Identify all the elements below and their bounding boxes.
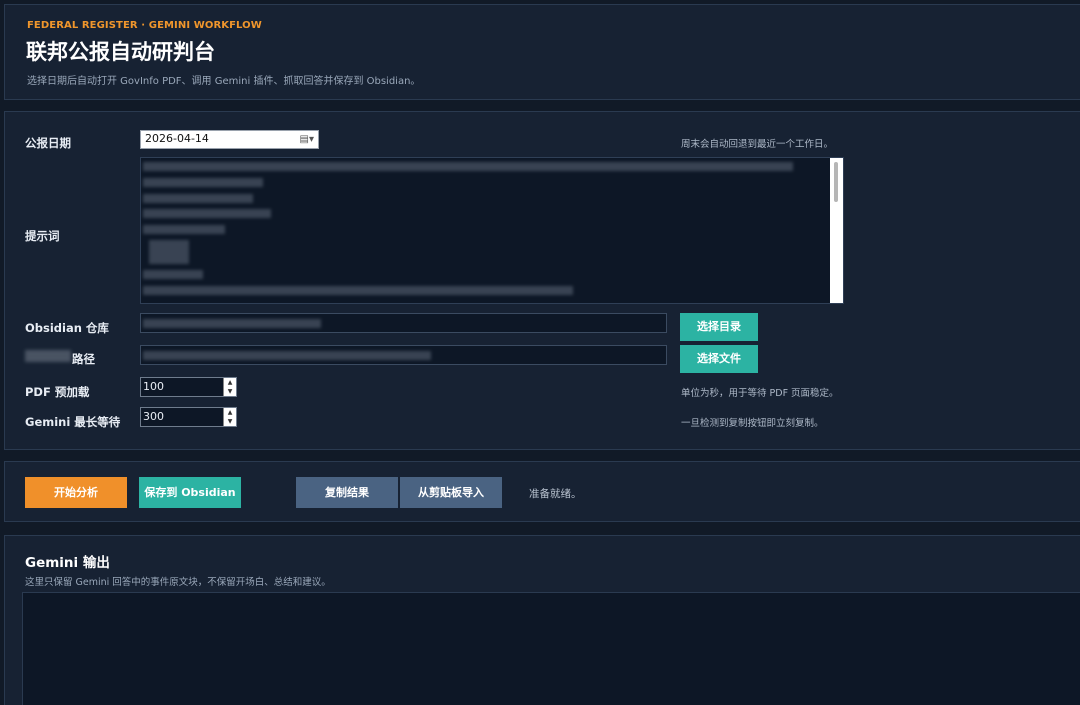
output-textarea[interactable] [22,592,1080,705]
redacted-text [149,240,189,264]
file-path-input[interactable] [140,345,667,365]
stepper-arrows[interactable]: ▲ ▼ [223,378,236,396]
pdf-preload-label: PDF 预加载 [25,385,90,399]
calendar-icon[interactable]: ▤▾ [300,134,314,145]
action-bar: 开始分析 保存到 Obsidian 复制结果 从剪贴板导入 准备就绪。 [4,461,1080,522]
date-hint: 周末会自动回退到最近一个工作日。 [681,139,834,150]
output-subtitle: 这里只保留 Gemini 回答中的事件原文块，不保留开场白、总结和建议。 [25,577,331,588]
page-subtitle: 选择日期后自动打开 GovInfo PDF、调用 Gemini 插件、抓取回答并… [27,76,421,87]
config-panel: 公报日期 2026-04-14 ▤▾ 周末会自动回退到最近一个工作日。 提示词 … [4,111,1080,450]
gemini-wait-label: Gemini 最长等待 [25,415,121,429]
stepper-arrows[interactable]: ▲ ▼ [223,408,236,426]
import-clipboard-button[interactable]: 从剪贴板导入 [400,477,502,508]
header-panel: FEDERAL REGISTER · GEMINI WORKFLOW 联邦公报自… [4,4,1080,100]
output-title: Gemini 输出 [25,555,110,571]
pdf-preload-hint: 单位为秒，用于等待 PDF 页面稳定。 [681,388,839,399]
redacted-text [143,270,203,279]
prompt-label: 提示词 [25,229,60,243]
redacted-text [143,178,263,187]
page-title: 联邦公报自动研判台 [26,40,215,64]
redacted-text [143,209,271,218]
path-label: 路径 [72,352,95,366]
stepper-down-icon[interactable]: ▼ [224,387,236,396]
gemini-wait-stepper[interactable]: 300 ▲ ▼ [140,407,237,427]
output-panel: Gemini 输出 这里只保留 Gemini 回答中的事件原文块，不保留开场白、… [4,535,1080,705]
stepper-down-icon[interactable]: ▼ [224,417,236,426]
redacted-text [143,286,573,295]
gemini-wait-hint: 一旦检测到复制按钮即立刻复制。 [681,418,824,429]
pdf-preload-value: 100 [143,380,164,393]
prompt-textarea[interactable] [140,157,844,304]
redacted-text [143,162,793,171]
eyebrow-label: FEDERAL REGISTER · GEMINI WORKFLOW [27,20,262,31]
prompt-scrollbar[interactable] [830,158,843,303]
date-picker[interactable]: 2026-04-14 ▤▾ [140,130,319,149]
stepper-up-icon[interactable]: ▲ [224,378,236,387]
vault-label: Obsidian 仓库 [25,321,109,335]
redacted-text [143,194,253,203]
scrollbar-thumb[interactable] [834,162,838,202]
redacted-text [143,351,431,360]
redacted-text [143,319,321,328]
start-analysis-button[interactable]: 开始分析 [25,477,127,508]
save-to-obsidian-button[interactable]: 保存到 Obsidian [139,477,241,508]
stepper-up-icon[interactable]: ▲ [224,408,236,417]
redacted-label [25,350,71,362]
redacted-text [143,225,225,234]
gemini-wait-value: 300 [143,410,164,423]
pdf-preload-stepper[interactable]: 100 ▲ ▼ [140,377,237,397]
vault-path-input[interactable] [140,313,667,333]
choose-file-button[interactable]: 选择文件 [680,345,758,373]
date-value: 2026-04-14 [145,132,209,145]
status-text: 准备就绪。 [529,488,582,500]
choose-directory-button[interactable]: 选择目录 [680,313,758,341]
date-label: 公报日期 [25,136,71,150]
copy-result-button[interactable]: 复制结果 [296,477,398,508]
